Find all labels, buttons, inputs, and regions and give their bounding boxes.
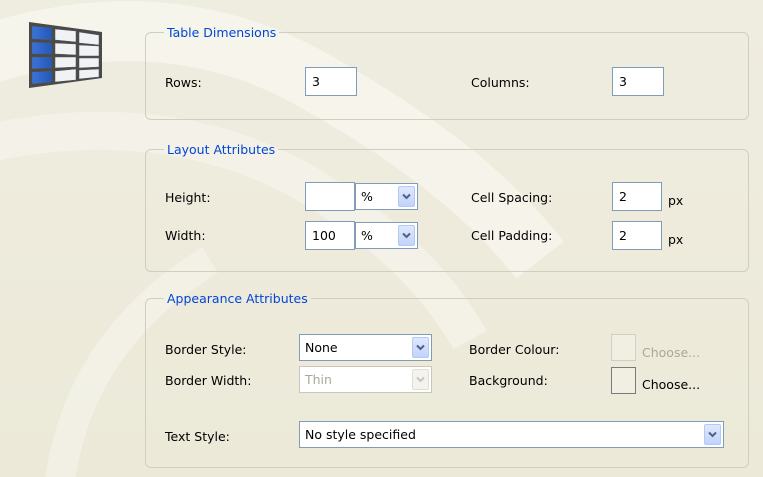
width-unit-select[interactable]: % [355, 222, 418, 249]
columns-label: Columns: [471, 75, 530, 90]
table-icon [29, 22, 102, 88]
background-swatch[interactable] [611, 367, 636, 394]
background-label: Background: [469, 373, 548, 388]
text-style-value: No style specified [305, 427, 416, 442]
border-colour-label: Border Colour: [469, 342, 560, 357]
border-width-label: Border Width: [165, 373, 252, 388]
cell-spacing-unit: px [668, 193, 684, 208]
appearance-attributes-legend: Appearance Attributes [167, 291, 308, 306]
height-unit-select[interactable]: % [355, 183, 418, 210]
text-style-select[interactable]: No style specified [299, 421, 724, 448]
border-style-select[interactable]: None [299, 334, 432, 361]
border-width-select: Thin [299, 366, 432, 393]
cell-padding-input[interactable] [612, 221, 662, 250]
layout-attributes-legend: Layout Attributes [167, 142, 276, 157]
cell-padding-unit: px [668, 232, 684, 247]
chevron-down-icon[interactable] [704, 424, 721, 445]
rows-input[interactable] [305, 67, 357, 96]
width-label: Width: [165, 228, 206, 243]
columns-input[interactable] [612, 67, 664, 96]
border-width-value: Thin [305, 372, 332, 387]
width-unit-value: % [361, 228, 373, 243]
chevron-down-icon [412, 369, 429, 390]
cell-spacing-label: Cell Spacing: [471, 190, 553, 205]
table-dimensions-legend: Table Dimensions [167, 25, 277, 40]
text-style-label: Text Style: [165, 429, 230, 444]
width-input[interactable] [305, 221, 355, 250]
border-colour-swatch [611, 334, 636, 361]
chevron-down-icon[interactable] [412, 337, 429, 358]
chevron-down-icon[interactable] [398, 186, 415, 207]
height-label: Height: [165, 190, 211, 205]
background-choose-button[interactable]: Choose... [642, 377, 700, 393]
height-input[interactable] [305, 182, 355, 211]
border-colour-choose-button: Choose... [642, 345, 701, 360]
rows-label: Rows: [165, 75, 202, 90]
table-properties-dialog: Table Dimensions Rows: Columns: Layout A… [0, 0, 763, 477]
border-style-value: None [305, 340, 338, 355]
cell-padding-label: Cell Padding: [471, 228, 553, 243]
height-unit-value: % [361, 189, 373, 204]
chevron-down-icon[interactable] [398, 225, 415, 246]
border-style-label: Border Style: [165, 342, 247, 357]
cell-spacing-input[interactable] [612, 182, 662, 211]
